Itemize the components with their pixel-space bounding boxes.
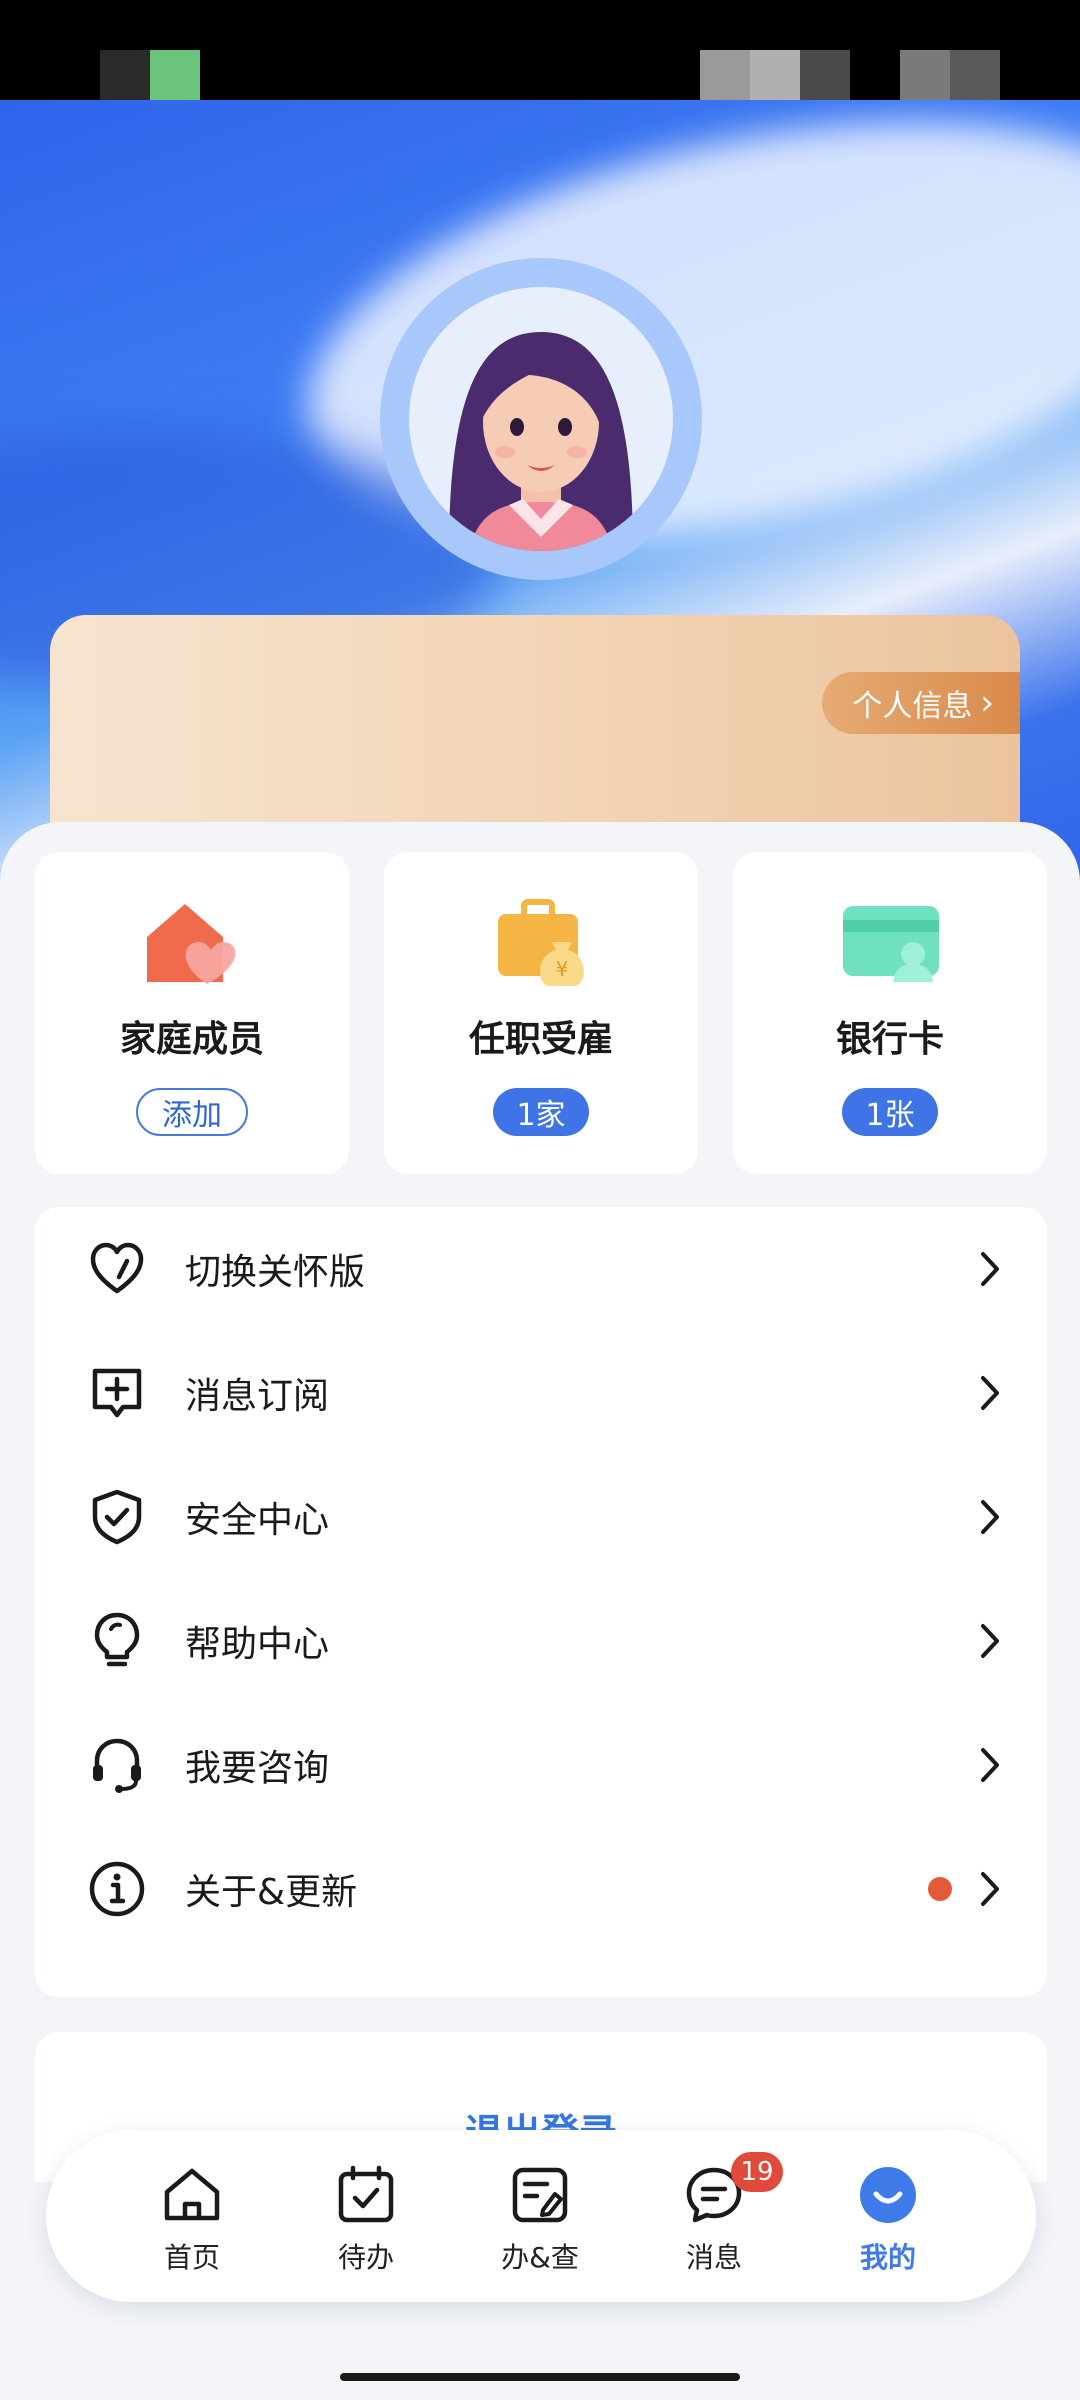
personal-info-button[interactable]: 个人信息 › bbox=[822, 672, 1020, 734]
document-edit-icon bbox=[509, 2164, 571, 2226]
menu-item-label: 帮助中心 bbox=[185, 1624, 330, 1665]
family-house-heart-icon bbox=[137, 892, 247, 992]
tab-label: 消息 bbox=[685, 2241, 742, 2274]
tab-home[interactable]: 首页 bbox=[127, 2130, 257, 2302]
settings-menu: 切换关怀版 消息订阅 安全中心 帮助中心 我要咨询 关于&更新 bbox=[35, 1207, 1047, 1997]
menu-item-label: 消息订阅 bbox=[185, 1376, 330, 1417]
svg-text:¥: ¥ bbox=[556, 957, 569, 981]
smile-user-icon bbox=[857, 2164, 919, 2226]
lightbulb-icon bbox=[94, 1612, 140, 1667]
briefcase-money-icon: ¥ bbox=[486, 892, 596, 992]
tab-handle-query[interactable]: 办&查 bbox=[475, 2130, 605, 2302]
employment-count-badge: 1家 bbox=[493, 1088, 589, 1136]
tab-todo[interactable]: 待办 bbox=[301, 2130, 431, 2302]
personal-info-label: 个人信息 bbox=[852, 689, 973, 724]
home-indicator[interactable] bbox=[340, 2373, 740, 2381]
headset-icon bbox=[93, 1738, 141, 1793]
menu-item-label: 我要咨询 bbox=[185, 1748, 330, 1789]
status-bar bbox=[0, 0, 1080, 100]
tile-employment[interactable]: ¥ 任职受雇 1家 bbox=[384, 852, 698, 1174]
chevron-right-icon bbox=[981, 1376, 999, 1410]
shield-check-icon bbox=[92, 1489, 142, 1545]
tab-label: 办&查 bbox=[501, 2241, 579, 2274]
tab-label: 待办 bbox=[337, 2241, 394, 2274]
menu-item-care-mode[interactable]: 切换关怀版 bbox=[35, 1207, 1047, 1331]
menu-item-label: 安全中心 bbox=[185, 1500, 330, 1541]
calendar-check-icon bbox=[335, 2164, 397, 2226]
chevron-right-icon: › bbox=[980, 683, 994, 723]
tile-bank-card[interactable]: 银行卡 1张 bbox=[733, 852, 1047, 1174]
chevron-right-icon bbox=[981, 1748, 999, 1782]
menu-item-consultation[interactable]: 我要咨询 bbox=[35, 1703, 1047, 1827]
chevron-right-icon bbox=[981, 1624, 999, 1658]
tile-title: 任职受雇 bbox=[468, 1019, 613, 1060]
menu-item-security-center[interactable]: 安全中心 bbox=[35, 1455, 1047, 1579]
status-icon bbox=[150, 50, 200, 100]
menu-item-label: 关于&更新 bbox=[185, 1872, 358, 1913]
bottom-tab-bar: 首页 待办 办&查 19 消息 我的 bbox=[46, 2130, 1036, 2302]
status-icon bbox=[750, 50, 800, 100]
quick-tiles: 家庭成员 添加 ¥ 任职受雇 1家 银行卡 1张 bbox=[35, 852, 1047, 1174]
avatar[interactable] bbox=[380, 258, 702, 580]
status-icon bbox=[700, 50, 750, 100]
menu-item-help-center[interactable]: 帮助中心 bbox=[35, 1579, 1047, 1703]
chevron-right-icon bbox=[981, 1252, 999, 1286]
update-dot bbox=[928, 1877, 952, 1901]
tab-mine[interactable]: 我的 bbox=[823, 2130, 953, 2302]
status-icon bbox=[900, 50, 950, 100]
add-family-button[interactable]: 添加 bbox=[136, 1088, 248, 1136]
tab-messages[interactable]: 19 消息 bbox=[649, 2130, 783, 2302]
bank-card-count-badge: 1张 bbox=[842, 1088, 938, 1136]
tile-title: 银行卡 bbox=[835, 1019, 944, 1060]
message-plus-icon bbox=[92, 1368, 142, 1418]
tile-family-members[interactable]: 家庭成员 添加 bbox=[35, 852, 349, 1174]
avatar-illustration bbox=[409, 287, 673, 551]
chevron-right-icon bbox=[981, 1500, 999, 1534]
menu-item-message-subscription[interactable]: 消息订阅 bbox=[35, 1331, 1047, 1455]
home-icon bbox=[161, 2164, 223, 2226]
menu-item-about-update[interactable]: 关于&更新 bbox=[35, 1827, 1047, 1951]
tab-label: 我的 bbox=[859, 2241, 916, 2274]
tab-label: 首页 bbox=[163, 2241, 220, 2274]
heart-icon bbox=[90, 1242, 144, 1294]
status-icon bbox=[100, 50, 150, 100]
message-count-badge: 19 bbox=[731, 2152, 783, 2192]
status-icon bbox=[800, 50, 850, 100]
status-icon bbox=[950, 50, 1000, 100]
chevron-right-icon bbox=[981, 1872, 999, 1906]
bank-card-icon bbox=[835, 892, 945, 992]
menu-item-label: 切换关怀版 bbox=[185, 1252, 366, 1293]
chat-icon: 19 bbox=[683, 2152, 783, 2226]
info-icon bbox=[89, 1861, 145, 1917]
tile-title: 家庭成员 bbox=[119, 1019, 264, 1060]
